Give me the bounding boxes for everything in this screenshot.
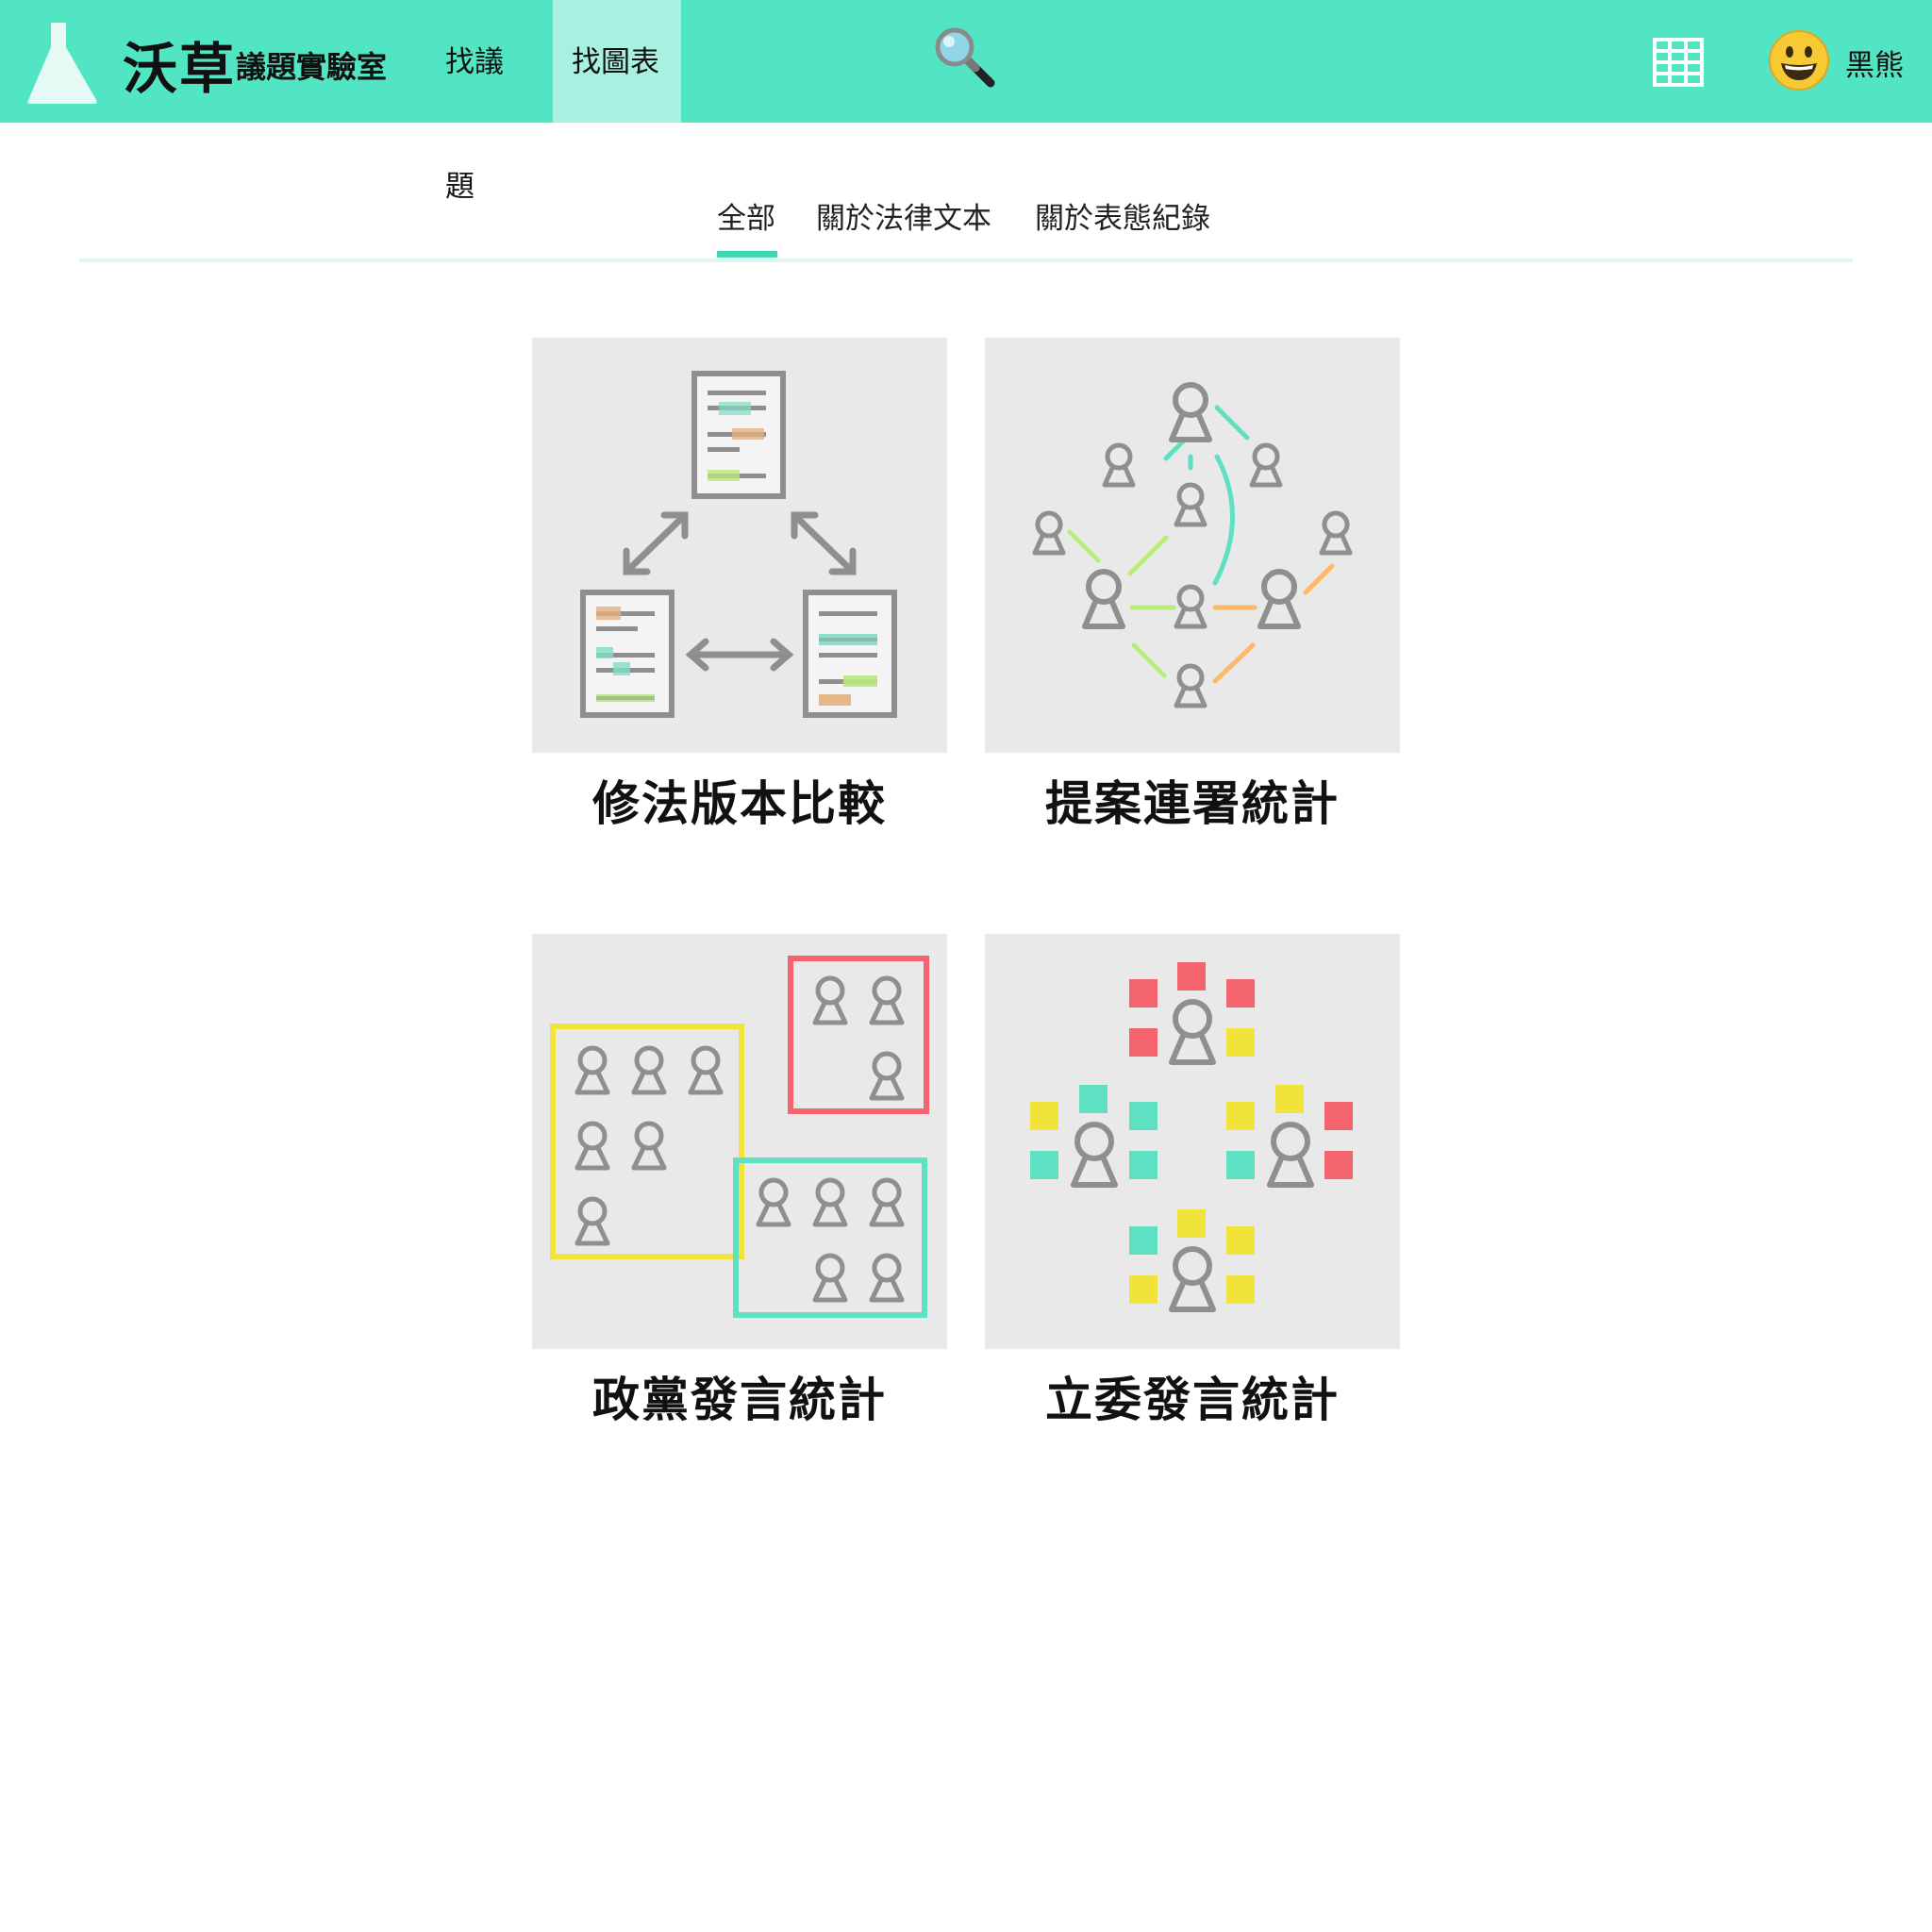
legislator-squares-icon	[1030, 962, 1353, 1349]
card-image	[532, 934, 947, 1349]
party-groups-icon	[550, 956, 929, 1318]
brand-name[interactable]: 沃草	[123, 25, 236, 104]
card-bill-version-compare[interactable]: 修法版本比較	[532, 338, 947, 834]
tab-all[interactable]: 全部	[717, 194, 775, 237]
document-compare-icon	[580, 371, 897, 718]
card-title[interactable]: 提案連署統計	[985, 766, 1400, 834]
card-title[interactable]: 立委發言統計	[985, 1362, 1400, 1430]
user-avatar-smiley-icon[interactable]	[1768, 29, 1830, 92]
nav-find-issues[interactable]: 找議題	[426, 0, 551, 204]
card-title[interactable]: 政黨發言統計	[532, 1362, 947, 1430]
card-party-speech-stats[interactable]: 政黨發言統計	[532, 934, 947, 1430]
username[interactable]: 黑熊	[1845, 42, 1904, 84]
card-image	[985, 338, 1400, 753]
filter-tabs: 全部 關於法律文本 關於表態紀錄	[79, 179, 1853, 262]
nav-find-charts[interactable]: 找圖表	[553, 0, 681, 123]
card-image	[985, 934, 1400, 1349]
network-people-icon	[985, 338, 1400, 753]
flask-logo-icon[interactable]	[25, 19, 100, 106]
card-title[interactable]: 修法版本比較	[532, 766, 947, 834]
tab-about-stance-records[interactable]: 關於表態紀錄	[1035, 194, 1210, 237]
top-header: 沃草 議題實驗室 找議題 找圖表 黑熊	[0, 0, 1932, 204]
active-tab-indicator	[717, 251, 777, 258]
search-icon[interactable]	[932, 25, 998, 91]
tab-about-law-text[interactable]: 關於法律文本	[816, 194, 991, 237]
card-cosponsor-stats[interactable]: 提案連署統計	[985, 338, 1400, 834]
brand-subtitle[interactable]: 議題實驗室	[236, 43, 387, 87]
card-image	[532, 338, 947, 753]
card-legislator-speech-stats[interactable]: 立委發言統計	[985, 934, 1400, 1430]
apps-grid-icon[interactable]	[1653, 38, 1704, 87]
